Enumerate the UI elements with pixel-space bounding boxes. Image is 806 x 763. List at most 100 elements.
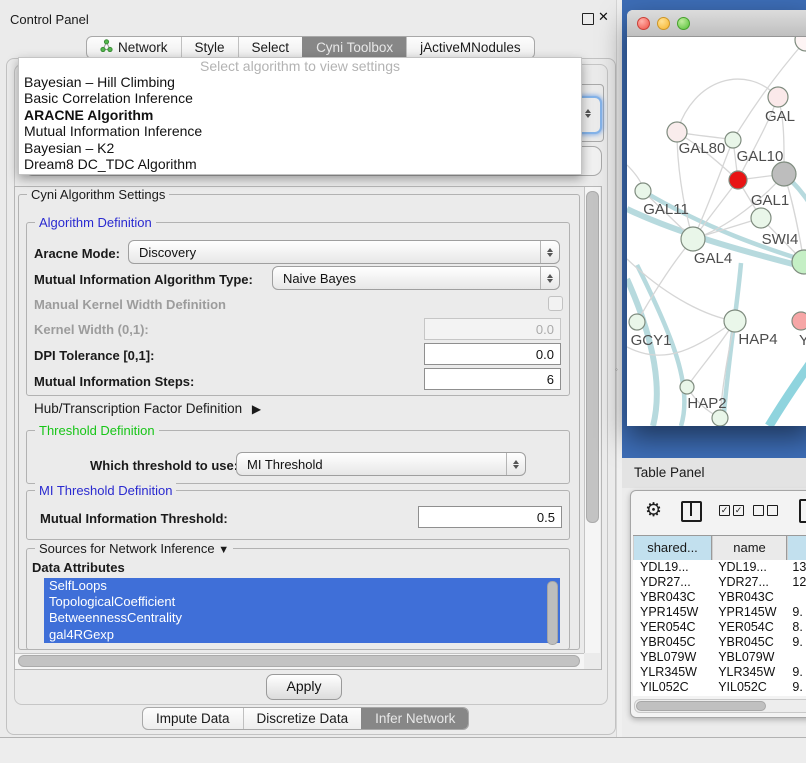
horizontal-scrollbar-thumb[interactable]: [18, 655, 580, 667]
dpi-tolerance-field[interactable]: [424, 343, 561, 365]
deselect-all-icon[interactable]: [753, 505, 778, 516]
minimize-traffic-light[interactable]: [657, 17, 670, 30]
node-label: SWI4: [762, 231, 799, 248]
select-all-icon[interactable]: ✓✓: [719, 505, 744, 516]
bottom-tab-infer-network[interactable]: Infer Network: [361, 708, 468, 729]
table-row[interactable]: YDR27...YDR27...12: [633, 575, 806, 590]
aracne-mode-label: Aracne Mode:: [34, 246, 120, 261]
attribute-item[interactable]: gal4RGexp: [44, 627, 560, 643]
gear-icon[interactable]: ⚙: [645, 501, 662, 521]
network-node-gal10[interactable]: [725, 132, 741, 148]
stepper-icon: [540, 241, 559, 263]
table-row[interactable]: YER054CYER054C8.: [633, 620, 806, 635]
close-icon[interactable]: ✕: [598, 9, 609, 25]
network-node-swi4[interactable]: [792, 250, 806, 274]
table-cell: YDL19...: [633, 560, 711, 575]
manual-kernel-checkbox[interactable]: [548, 296, 563, 311]
network-node-gal[interactable]: [768, 87, 788, 107]
table-row[interactable]: YBR045CYBR045C9.: [633, 635, 806, 650]
network-node-hap4[interactable]: [724, 310, 746, 332]
close-traffic-light[interactable]: [637, 17, 650, 30]
aracne-mode-combobox[interactable]: Discovery: [128, 240, 560, 264]
network-node[interactable]: [712, 410, 728, 426]
stepper-icon: [506, 453, 525, 475]
dropdown-item[interactable]: Bayesian – Hill Climbing: [19, 74, 581, 90]
attributes-scrollbar-thumb[interactable]: [547, 581, 558, 645]
kernel-width-field[interactable]: [424, 318, 561, 340]
tab-cyni-toolbox[interactable]: Cyni Toolbox: [302, 37, 406, 58]
dropdown-item[interactable]: Bayesian – K2: [19, 140, 581, 156]
mi-threshold-field[interactable]: [418, 506, 562, 528]
network-node-gal1[interactable]: [751, 208, 771, 228]
table-cell: 9.: [785, 605, 806, 620]
tab-select[interactable]: Select: [238, 37, 303, 58]
chevron-down-icon[interactable]: ▼: [218, 544, 229, 556]
zoom-traffic-light[interactable]: [677, 17, 690, 30]
table-cell: YPR145W: [711, 605, 785, 620]
table-row[interactable]: YBL079WYBL079W: [633, 650, 806, 665]
network-node-gal4[interactable]: [681, 227, 705, 251]
bottom-tab-impute-data[interactable]: Impute Data: [143, 708, 243, 729]
dropdown-item[interactable]: ARACNE Algorithm: [19, 107, 581, 123]
network-node-gal11[interactable]: [635, 183, 651, 199]
dropdown-item[interactable]: Dream8 DC_TDC Algorithm: [19, 156, 581, 172]
table-cell: 8.: [785, 620, 806, 635]
apply-button[interactable]: Apply: [266, 674, 342, 700]
dropdown-placeholder[interactable]: Select algorithm to view settings: [19, 58, 581, 74]
bottom-tab-discretize-data[interactable]: Discretize Data: [243, 708, 362, 729]
algorithm-dropdown: Select algorithm to view settings Bayesi…: [18, 57, 582, 175]
table-cell: YBR045C: [711, 635, 785, 650]
tab-network[interactable]: Network: [87, 37, 181, 58]
attribute-item[interactable]: SelfLoops: [44, 578, 560, 594]
split-view-icon[interactable]: [681, 501, 702, 522]
float-window-icon[interactable]: [582, 13, 594, 25]
table-cell: YBR043C: [711, 590, 785, 605]
tab-jactivemnodules[interactable]: jActiveMNodules: [406, 37, 534, 58]
tab-label: Discretize Data: [257, 708, 349, 729]
vertical-scrollbar-thumb[interactable]: [586, 191, 599, 523]
column-header-shared[interactable]: shared...: [633, 536, 712, 561]
network-node[interactable]: [772, 162, 796, 186]
mi-steps-field[interactable]: [424, 368, 561, 390]
network-node[interactable]: [729, 171, 747, 189]
hub-definition-toggle[interactable]: Hub/Transcription Factor Definition ▶: [34, 401, 261, 416]
table-row[interactable]: YDL19...YDL19...13: [633, 560, 806, 575]
tab-style[interactable]: Style: [181, 37, 238, 58]
network-window: GALGAL80GAL10GAL11GAL1SWI4GAL4GCY1HAP4YH…: [627, 10, 806, 426]
new-column-icon[interactable]: [799, 499, 806, 523]
table-row[interactable]: YBR043CYBR043C: [633, 590, 806, 605]
combobox-value: Discovery: [129, 245, 540, 260]
table-row[interactable]: YLR345WYLR345W9.: [633, 665, 806, 680]
node-label: GAL11: [643, 201, 689, 218]
table-cell: YDR27...: [633, 575, 711, 590]
dropdown-item[interactable]: Mutual Information Inference: [19, 123, 581, 139]
network-node-hap2[interactable]: [680, 380, 694, 394]
table-row[interactable]: YPR145WYPR145W9.: [633, 605, 806, 620]
dropdown-item[interactable]: Basic Correlation Inference: [19, 90, 581, 106]
which-threshold-combobox[interactable]: MI Threshold: [236, 452, 526, 476]
network-node[interactable]: [795, 37, 806, 51]
network-window-titlebar[interactable]: [627, 10, 806, 37]
table-panel-title: Table Panel: [622, 458, 806, 488]
table-cell: 9.: [785, 680, 806, 695]
mi-type-combobox[interactable]: Naive Bayes: [272, 266, 560, 290]
table-scrollbar-thumb[interactable]: [636, 701, 766, 711]
manual-kernel-label: Manual Kernel Width Definition: [34, 297, 226, 312]
control-panel-tabs: NetworkStyleSelectCyni ToolboxjActiveMNo…: [86, 36, 535, 59]
column-header[interactable]: [787, 536, 806, 561]
splitter-handle-icon[interactable]: ◦: [615, 365, 622, 375]
network-node-gal80[interactable]: [667, 122, 687, 142]
table-horizontal-scrollbar[interactable]: [634, 699, 806, 713]
status-strip: [0, 737, 806, 763]
table-cell: YLR345W: [633, 665, 711, 680]
network-canvas[interactable]: GALGAL80GAL10GAL11GAL1SWI4GAL4GCY1HAP4YH…: [627, 37, 806, 426]
network-node-gcy1[interactable]: [629, 314, 645, 330]
attribute-item[interactable]: TopologicalCoefficient: [44, 594, 560, 610]
table-row[interactable]: YIL052CYIL052C9.: [633, 680, 806, 695]
network-node-y[interactable]: [792, 312, 806, 330]
attribute-item[interactable]: BetweennessCentrality: [44, 610, 560, 626]
table-cell: 9.: [785, 665, 806, 680]
table-cell: YDR27...: [711, 575, 785, 590]
table-cell: YER054C: [711, 620, 785, 635]
column-header-name[interactable]: name: [712, 536, 787, 561]
